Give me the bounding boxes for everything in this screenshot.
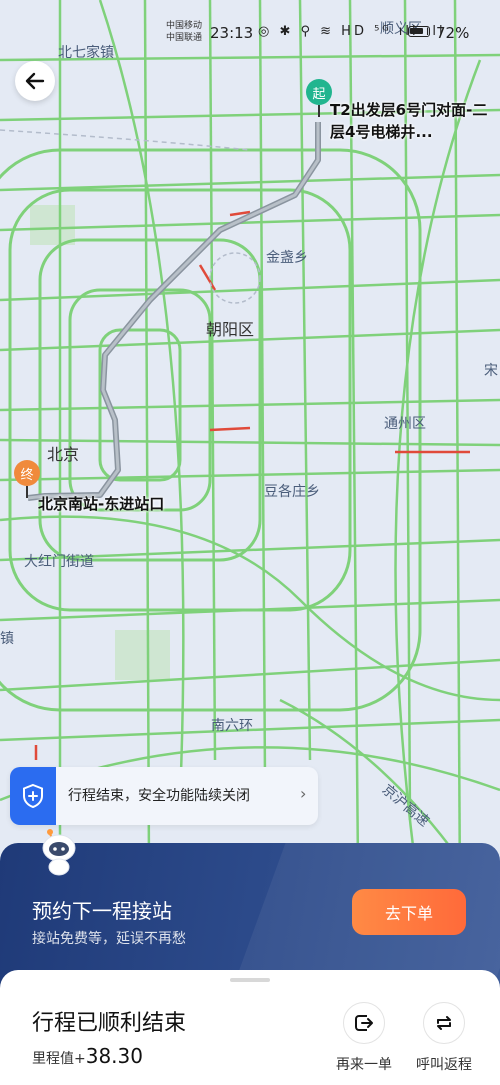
end-location-label: 北京南站-东进站口 xyxy=(38,495,165,513)
status-bar: 中国移动 中国联通 23:13 ◎ ✱ ⚲ ≋ HD ⁵ᴳ ıll ıll 72… xyxy=(0,18,500,52)
end-pin-stem xyxy=(26,486,28,498)
carrier-1: 中国移动 xyxy=(166,21,203,31)
start-pin-label: 起 xyxy=(312,86,326,102)
reorder-label: 再来一单 xyxy=(336,1057,392,1073)
map-label-zhen: 镇 xyxy=(0,631,14,647)
map-label-jinzhan: 金盏乡 xyxy=(266,250,308,266)
battery-level: 72% xyxy=(436,24,470,42)
status-time: 23:13 xyxy=(210,24,254,42)
arrow-into-circle-icon xyxy=(343,1002,385,1044)
start-pin-stem xyxy=(318,105,320,117)
chevron-right-icon: › xyxy=(300,784,307,803)
back-button[interactable] xyxy=(15,61,55,101)
reorder-button[interactable]: 再来一单 xyxy=(329,1002,399,1074)
arrow-left-icon xyxy=(25,72,45,90)
map-label-chaoyang: 朝阳区 xyxy=(206,320,255,339)
safety-banner[interactable]: 行程结束，安全功能陆续关闭 › xyxy=(10,767,318,825)
map-label-dahongmen: 大红门街道 xyxy=(24,554,94,570)
end-pin-label: 终 xyxy=(20,467,34,483)
start-location-label: T2出发层6号门对面-二层4号电梯井... xyxy=(330,101,488,141)
map-label-beijing: 北京 xyxy=(47,445,80,464)
map-label-doujiazhuang: 豆各庄乡 xyxy=(264,484,320,500)
promo-title: 预约下一程接站 xyxy=(32,899,172,923)
carrier-2: 中国联通 xyxy=(166,33,203,43)
battery-icon xyxy=(408,26,430,37)
trip-complete-title: 行程已顺利结束 xyxy=(32,1011,187,1036)
mileage-label: 里程值+ xyxy=(32,1051,86,1067)
shield-icon xyxy=(10,767,56,825)
promo-subtitle: 接站免费等，延误不再愁 xyxy=(32,931,186,947)
mileage-value: 38.30 xyxy=(85,1044,143,1068)
mileage-info: 里程值+38.30 xyxy=(32,1044,143,1068)
order-button[interactable]: 去下单 xyxy=(352,889,466,935)
map-label-song: 宋 xyxy=(484,363,498,379)
mascot-icon xyxy=(42,829,76,876)
start-pin: 起 xyxy=(306,79,332,105)
map-label-nanliuhuan: 南六环 xyxy=(211,718,253,734)
map-label-tongzhou: 通州区 xyxy=(384,416,426,432)
carrier-labels: 中国移动 中国联通 xyxy=(166,20,202,44)
swap-arrows-icon xyxy=(423,1002,465,1044)
return-trip-button[interactable]: 呼叫返程 xyxy=(409,1002,479,1074)
sheet-grabber[interactable] xyxy=(230,978,270,982)
return-trip-label: 呼叫返程 xyxy=(416,1057,472,1073)
bottom-sheet: 行程已顺利结束 里程值+38.30 再来一单 呼叫返程 xyxy=(0,970,500,1085)
end-pin: 终 xyxy=(14,460,40,486)
safety-banner-text: 行程结束，安全功能陆续关闭 xyxy=(68,788,250,804)
